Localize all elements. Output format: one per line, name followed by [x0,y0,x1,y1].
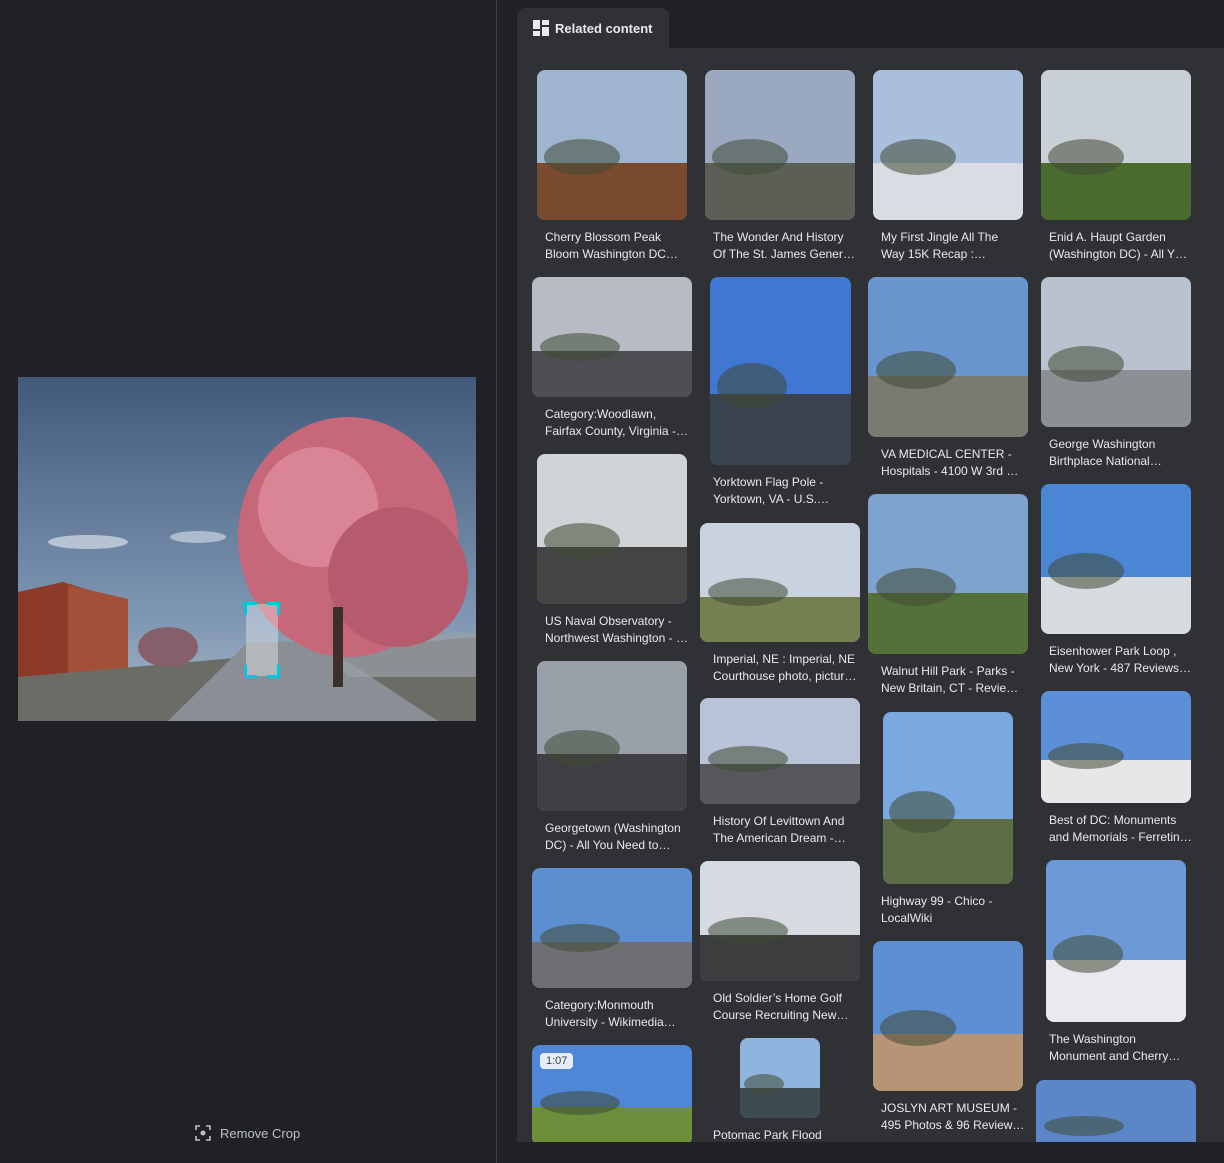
result-thumbnail[interactable] [700,523,860,642]
result-thumbnail[interactable] [873,941,1023,1091]
thumbnail-scene [700,861,860,981]
result-thumbnail[interactable] [1041,691,1191,803]
result-caption[interactable]: Highway 99 - Chico - LocalWiki [881,893,1025,927]
thumbnail-scene [700,523,860,642]
results-pane: Related content Cherry Blossom Peak Bloo… [497,0,1224,1163]
result-caption[interactable]: George Washington Birthplace National… [1049,436,1193,470]
result-thumbnail[interactable] [868,277,1028,437]
result-caption[interactable]: Walnut Hill Park - Parks - New Britain, … [881,663,1025,697]
result-thumbnail[interactable] [710,277,851,465]
result-thumbnail[interactable] [700,698,860,804]
remove-crop-button[interactable]: Remove Crop [194,1122,300,1144]
video-duration-badge: 1:07 [540,1053,574,1069]
result-thumbnail[interactable] [873,70,1023,220]
result-thumbnail[interactable] [705,70,855,220]
crop-handle-bottom-left[interactable] [244,665,257,678]
result-caption[interactable]: Category:Monmouth University - Wikimedia… [545,997,689,1031]
result-thumbnail[interactable] [537,70,687,220]
result-thumbnail[interactable] [740,1038,820,1118]
result-thumbnail[interactable] [883,712,1013,884]
thumbnail-scene [700,698,860,804]
tab-related-content[interactable]: Related content [517,8,669,48]
thumbnail-scene [883,712,1013,884]
result-thumbnail[interactable] [1041,484,1191,634]
result-thumbnail[interactable] [1041,70,1191,220]
thumbnail-scene [710,277,851,465]
result-caption[interactable]: Cherry Blossom Peak Bloom Washington DC… [545,229,689,263]
result-caption[interactable]: Potomac Park Flood [713,1127,857,1142]
crop-icon [195,1125,211,1141]
thumbnail-scene [873,941,1023,1091]
result-thumbnail[interactable] [700,861,860,981]
crop-handle-bottom-right[interactable] [267,665,280,678]
thumbnail-scene [1041,691,1191,803]
result-thumbnail[interactable]: 1:07 [532,1045,692,1142]
grid-icon [533,20,549,36]
thumbnail-scene [1041,277,1191,427]
result-caption[interactable]: US Naval Observatory - Northwest Washing… [545,613,689,647]
result-caption[interactable]: Imperial, NE : Imperial, NE Courthouse p… [713,651,857,685]
thumbnail-scene [1046,860,1186,1022]
thumbnail-scene [537,70,687,220]
result-thumbnail[interactable] [537,661,687,811]
result-caption[interactable]: Old Soldier’s Home Golf Course Recruitin… [713,990,857,1024]
thumbnail-scene [1041,70,1191,220]
thumbnail-scene [537,454,687,604]
thumbnail-scene [873,70,1023,220]
tab-label: Related content [555,20,653,36]
thumbnail-scene [537,661,687,811]
remove-crop-label: Remove Crop [220,1125,301,1141]
thumbnail-scene [1041,484,1191,634]
thumbnail-scene [532,277,692,397]
thumbnail-scene [868,277,1028,437]
result-caption[interactable]: VA MEDICAL CENTER - Hospitals - 4100 W 3… [881,446,1025,480]
result-caption[interactable]: The Washington Monument and Cherry… [1049,1031,1193,1065]
result-caption[interactable]: Georgetown (Washington DC) - All You Nee… [545,820,689,854]
result-caption[interactable]: Yorktown Flag Pole - Yorktown, VA - U.S.… [713,474,857,508]
result-thumbnail[interactable] [1036,1080,1196,1142]
result-thumbnail[interactable] [532,277,692,397]
crop-handle-top-left[interactable] [244,602,257,615]
query-image[interactable] [18,377,476,721]
result-thumbnail[interactable] [532,868,692,988]
query-image-pane: Remove Crop [0,0,497,1163]
thumbnail-scene [705,70,855,220]
result-caption[interactable]: Category:Woodlawn, Fairfax County, Virgi… [545,406,689,440]
related-content-grid: Cherry Blossom Peak Bloom Washington DC…… [517,48,1224,1142]
result-caption[interactable]: JOSLYN ART MUSEUM - 495 Photos & 96 Revi… [881,1100,1025,1134]
result-caption[interactable]: Best of DC: Monuments and Memorials - Fe… [1049,812,1193,846]
thumbnail-scene [1036,1080,1196,1142]
result-caption[interactable]: Eisenhower Park Loop , New York - 487 Re… [1049,643,1193,677]
thumbnail-scene [868,494,1028,654]
crop-handle-top-right[interactable] [267,602,280,615]
result-caption[interactable]: The Wonder And History Of The St. James … [713,229,857,263]
result-thumbnail[interactable] [868,494,1028,654]
crop-selection-box[interactable] [244,602,280,678]
result-thumbnail[interactable] [1041,277,1191,427]
result-caption[interactable]: History Of Levittown And The American Dr… [713,813,857,847]
result-caption[interactable]: Enid A. Haupt Garden (Washington DC) - A… [1049,229,1193,263]
result-caption[interactable]: My First Jingle All The Way 15K Recap :… [881,229,1025,263]
thumbnail-scene [740,1038,820,1118]
thumbnail-scene [532,868,692,988]
result-thumbnail[interactable] [537,454,687,604]
result-thumbnail[interactable] [1046,860,1186,1022]
